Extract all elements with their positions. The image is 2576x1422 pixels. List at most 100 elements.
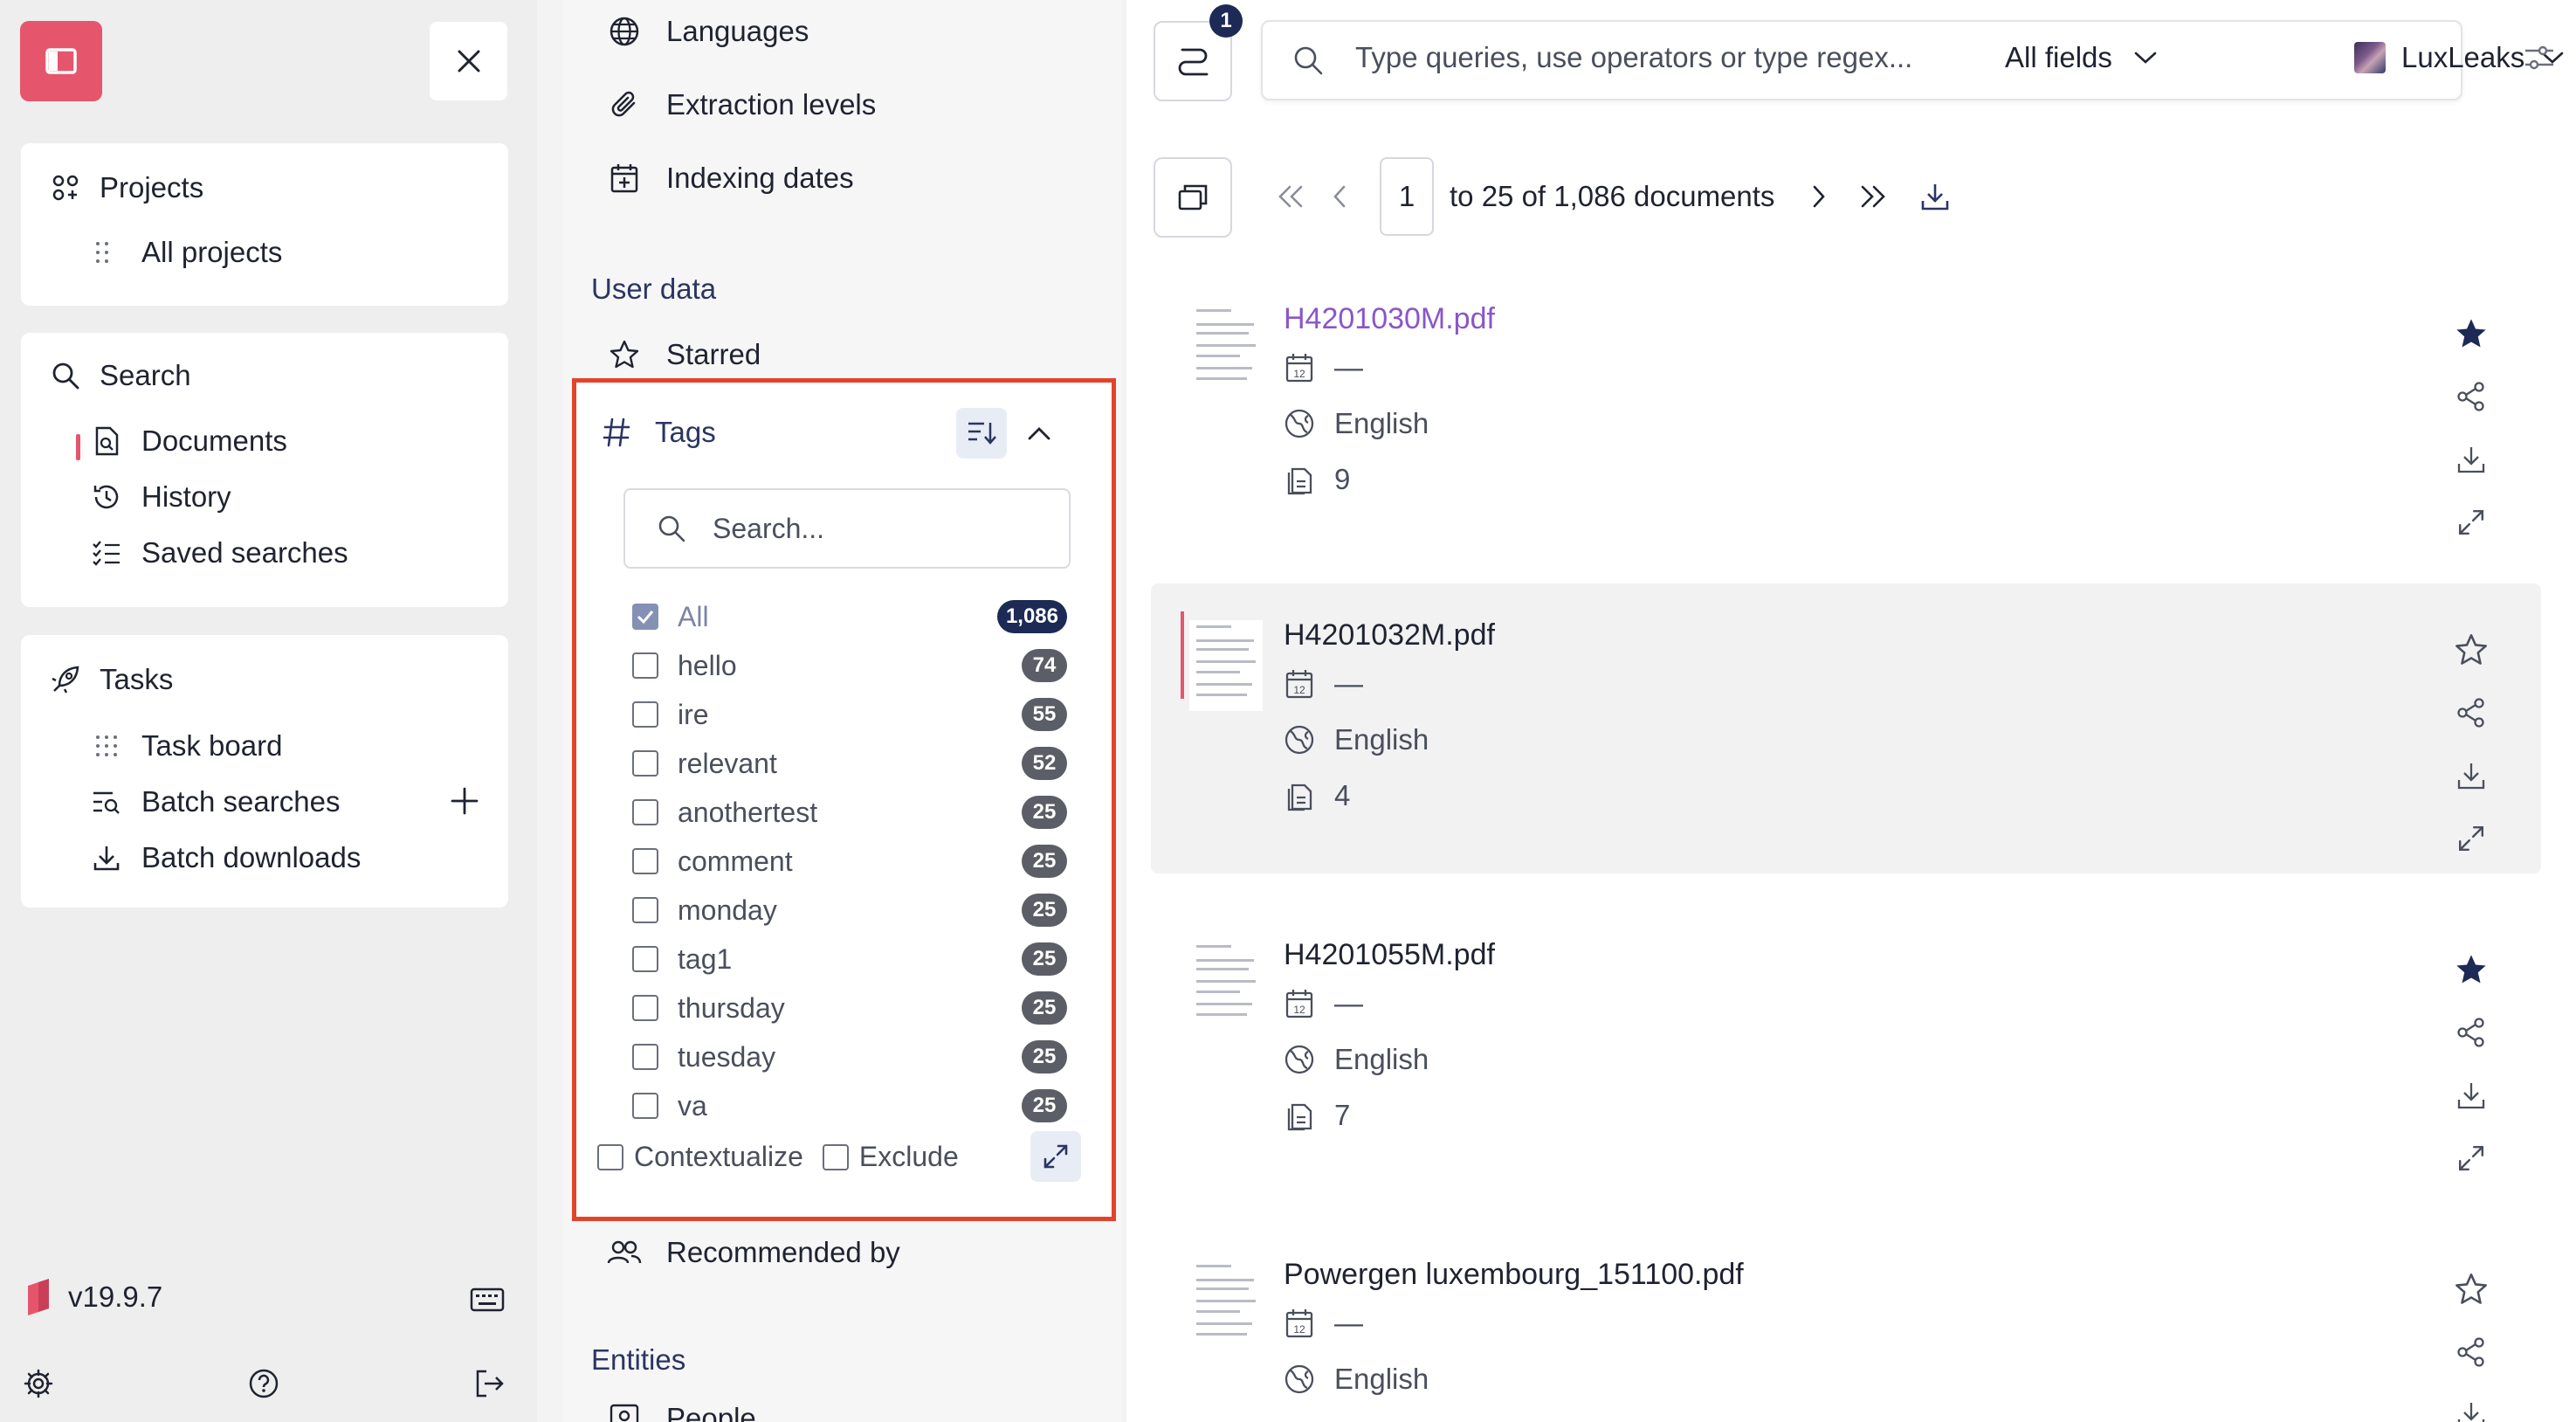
tag-row[interactable]: tuesday 25 [632, 1036, 1067, 1078]
tag-row[interactable]: tag1 25 [632, 938, 1067, 980]
nav-item-all-projects[interactable]: All projects [91, 236, 282, 269]
main-content: 1 All fields LuxLeaks 1 to 25 of 1,086 d… [1126, 0, 2576, 1422]
first-page-button[interactable] [1266, 184, 1315, 209]
search-settings-button[interactable] [2524, 44, 2555, 72]
pages-icon [1284, 780, 1315, 811]
exclude-checkbox[interactable] [822, 1143, 849, 1170]
previous-page-button[interactable] [1315, 184, 1364, 209]
tag-checkbox[interactable] [632, 1093, 658, 1119]
document-language-value: English [1334, 723, 1429, 756]
tags-search-field[interactable] [623, 488, 1071, 569]
tag-row[interactable]: va 25 [632, 1085, 1067, 1127]
download-results-button[interactable] [1900, 182, 1970, 211]
next-page-button[interactable] [1792, 184, 1846, 209]
last-page-button[interactable] [1846, 184, 1900, 209]
filter-recommended-by[interactable]: Recommended by [607, 1235, 900, 1270]
nav-item-history[interactable]: History [91, 480, 231, 514]
svg-text:12: 12 [1293, 684, 1305, 696]
document-card[interactable]: H4201055M.pdf 12 — English 7 [1151, 903, 2541, 1193]
document-card[interactable]: Powergen luxembourg_151100.pdf 12 — Engl… [1151, 1223, 2541, 1422]
filter-languages[interactable]: Languages [607, 14, 809, 49]
document-thumbnail[interactable] [1189, 620, 1263, 711]
expand-icon [2458, 825, 2484, 852]
document-pages: 9 [1284, 463, 1350, 496]
document-title[interactable]: H4201032M.pdf [1284, 618, 1495, 652]
expand-button[interactable] [2445, 1127, 2497, 1190]
star-button[interactable] [2445, 302, 2497, 365]
logout-button[interactable] [474, 1368, 506, 1399]
filter-label: Languages [666, 15, 809, 47]
tag-label: anothertest [678, 796, 818, 828]
download-button[interactable] [2445, 1064, 2497, 1127]
expand-button[interactable] [2445, 491, 2497, 554]
nav-item-documents[interactable]: Documents [91, 425, 287, 458]
add-batch-search-button[interactable] [447, 783, 482, 818]
tag-checkbox[interactable] [632, 604, 658, 630]
tag-row[interactable]: ire 55 [632, 694, 1067, 735]
search-heading[interactable]: Search [51, 359, 191, 392]
close-sidebar-button[interactable] [430, 22, 507, 100]
tag-checkbox[interactable] [632, 652, 658, 679]
tag-checkbox[interactable] [632, 946, 658, 972]
filter-indexing-dates[interactable]: Indexing dates [607, 161, 854, 196]
nav-item-task-board[interactable]: Task board [91, 729, 282, 763]
share-button[interactable] [2445, 1001, 2497, 1064]
share-button[interactable] [2445, 365, 2497, 428]
document-title[interactable]: H4201055M.pdf [1284, 938, 1495, 972]
download-icon [2457, 1083, 2485, 1109]
filter-starred[interactable]: Starred [607, 337, 761, 372]
document-title[interactable]: Powergen luxembourg_151100.pdf [1284, 1258, 1744, 1292]
tag-checkbox[interactable] [632, 1044, 658, 1070]
tag-row[interactable]: anothertest 25 [632, 791, 1067, 833]
search-input[interactable] [1355, 41, 1966, 74]
field-select[interactable]: All fields [2005, 41, 2158, 74]
document-card-active[interactable]: H4201032M.pdf 12 — English 4 [1151, 583, 2541, 873]
toggle-view-button[interactable] [1154, 157, 1232, 238]
star-button[interactable] [2445, 1258, 2497, 1321]
share-button[interactable] [2445, 1321, 2497, 1384]
tag-row[interactable]: thursday 25 [632, 987, 1067, 1029]
tags-filter-header[interactable]: Tags [603, 416, 716, 449]
expand-tags-button[interactable] [1030, 1131, 1081, 1182]
document-thumbnail[interactable] [1189, 304, 1263, 395]
download-button[interactable] [2445, 1384, 2497, 1422]
tag-checkbox[interactable] [632, 995, 658, 1021]
collapse-tags-button[interactable] [1018, 412, 1060, 454]
tag-row[interactable]: monday 25 [632, 889, 1067, 931]
help-button[interactable] [248, 1368, 279, 1399]
page-number-input[interactable]: 1 [1380, 157, 1434, 236]
projects-heading[interactable]: Projects [51, 171, 203, 204]
nav-item-saved-searches[interactable]: Saved searches [91, 536, 348, 569]
star-button[interactable] [2445, 618, 2497, 681]
filter-people[interactable]: People [607, 1401, 756, 1422]
sort-tags-button[interactable] [956, 408, 1007, 459]
tag-row[interactable]: comment 25 [632, 840, 1067, 882]
tag-checkbox[interactable] [632, 750, 658, 777]
tag-checkbox[interactable] [632, 799, 658, 825]
tasks-heading[interactable]: Tasks [51, 663, 173, 696]
keyboard-shortcuts-button[interactable] [470, 1287, 505, 1312]
share-button[interactable] [2445, 681, 2497, 744]
document-thumbnail[interactable] [1189, 940, 1263, 1031]
contextualize-checkbox[interactable] [597, 1143, 623, 1170]
document-card[interactable]: H4201030M.pdf 12 — English 9 [1151, 267, 2541, 557]
settings-button[interactable] [23, 1368, 54, 1399]
document-thumbnail[interactable] [1189, 1260, 1263, 1350]
tag-row[interactable]: relevant 52 [632, 742, 1067, 784]
expand-button[interactable] [2445, 807, 2497, 870]
tag-checkbox[interactable] [632, 848, 658, 874]
tag-row[interactable]: hello 74 [632, 645, 1067, 687]
tag-row-all[interactable]: All 1,086 [632, 596, 1067, 638]
tag-checkbox[interactable] [632, 701, 658, 728]
nav-item-batch-downloads[interactable]: Batch downloads [91, 841, 361, 874]
download-button[interactable] [2445, 428, 2497, 491]
filter-extraction-levels[interactable]: Extraction levels [607, 87, 876, 122]
document-title[interactable]: H4201030M.pdf [1284, 302, 1495, 336]
download-button[interactable] [2445, 744, 2497, 807]
tag-checkbox[interactable] [632, 897, 658, 923]
nav-item-batch-searches[interactable]: Batch searches [91, 785, 340, 818]
toggle-sidebar-button[interactable] [20, 21, 102, 101]
star-filled-icon [2456, 319, 2486, 348]
star-button[interactable] [2445, 938, 2497, 1001]
tags-search-input[interactable] [713, 512, 1044, 545]
